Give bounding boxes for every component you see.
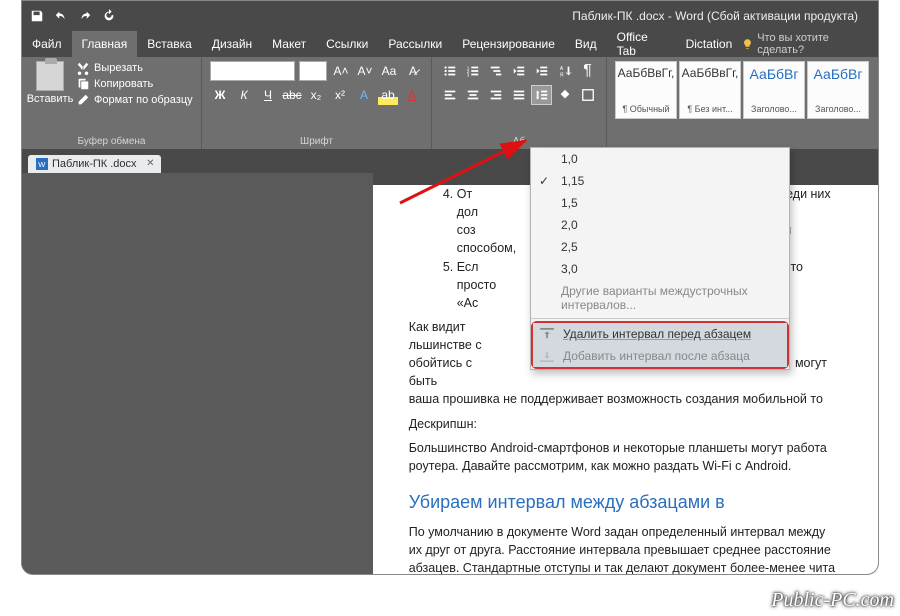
annotation-highlight: Удалить интервал перед абзацем Добавить …: [531, 321, 789, 369]
paragraph: Дескрипшн:: [409, 415, 842, 433]
copy-icon: [76, 77, 90, 91]
superscript-button[interactable]: x²: [330, 85, 350, 105]
group-paragraph: 123 AЯ ¶ Аб: [432, 57, 607, 149]
left-gutter: [22, 173, 373, 574]
tab-file[interactable]: Файл: [22, 31, 72, 57]
align-right-button[interactable]: [486, 85, 507, 105]
ribbon-tabs: Файл Главная Вставка Дизайн Макет Ссылки…: [22, 31, 878, 57]
shrink-font-button[interactable]: A˅: [355, 61, 375, 81]
close-tab-icon[interactable]: ✕: [146, 158, 154, 169]
style-no-spacing[interactable]: АаБбВвГг, ¶ Без инт...: [679, 61, 741, 119]
line-spacing-button[interactable]: [531, 85, 552, 105]
tab-office-tab[interactable]: Office Tab: [607, 31, 676, 57]
italic-button[interactable]: К: [234, 85, 254, 105]
brush-icon: [76, 93, 90, 107]
menu-separator: [531, 318, 789, 319]
group-clipboard: Вставить Вырезать Копировать Формат по о…: [22, 57, 202, 149]
bullets-button[interactable]: [440, 61, 461, 81]
tab-mailings[interactable]: Рассылки: [378, 31, 452, 57]
refresh-icon[interactable]: [102, 9, 116, 23]
spacing-option-1-5[interactable]: 1,5: [531, 192, 789, 214]
align-center-button[interactable]: [463, 85, 484, 105]
line-spacing-menu: 1,0 1,15 1,5 2,0 2,5 3,0 Другие варианты…: [530, 147, 790, 370]
group-label-paragraph: Аб: [440, 134, 598, 147]
scissors-icon: [76, 61, 90, 75]
underline-button[interactable]: Ч: [258, 85, 278, 105]
remove-space-before-icon: [540, 328, 554, 340]
style-heading1[interactable]: АаБбВг Заголово...: [743, 61, 805, 119]
increase-indent-button[interactable]: [531, 61, 552, 81]
paragraph: По умолчанию в документе Word задан опре…: [409, 523, 842, 575]
text-effects-button[interactable]: A: [354, 85, 374, 105]
bulb-icon: [742, 38, 753, 50]
spacing-option-1-0[interactable]: 1,0: [531, 148, 789, 170]
document-tab-label: Паблик-ПК .docx: [52, 158, 137, 170]
word-doc-icon: W: [36, 158, 48, 170]
save-icon[interactable]: [30, 9, 44, 23]
strikethrough-button[interactable]: abc: [282, 85, 302, 105]
cut-button[interactable]: Вырезать: [76, 61, 193, 75]
tab-references[interactable]: Ссылки: [316, 31, 378, 57]
font-size-combo[interactable]: [299, 61, 327, 81]
tab-review[interactable]: Рецензирование: [452, 31, 565, 57]
spacing-option-3-0[interactable]: 3,0: [531, 258, 789, 280]
shading-button[interactable]: [554, 85, 575, 105]
group-label-font: Шрифт: [210, 134, 423, 147]
tab-insert[interactable]: Вставка: [137, 31, 202, 57]
group-label-clipboard: Буфер обмена: [30, 134, 193, 147]
tab-design[interactable]: Дизайн: [202, 31, 262, 57]
justify-button[interactable]: [509, 85, 530, 105]
style-normal[interactable]: АаБбВвГг, ¶ Обычный: [615, 61, 677, 119]
tab-view[interactable]: Вид: [565, 31, 607, 57]
style-heading2[interactable]: АаБбВг Заголово...: [807, 61, 869, 119]
font-color-button[interactable]: A: [402, 85, 422, 105]
bold-button[interactable]: Ж: [210, 85, 230, 105]
tab-home[interactable]: Главная: [72, 31, 138, 57]
remove-space-before-paragraph[interactable]: Удалить интервал перед абзацем: [533, 323, 787, 345]
spacing-option-1-15[interactable]: 1,15: [531, 170, 789, 192]
heading: Убираем интервал между абзацами в: [409, 489, 842, 515]
show-marks-button[interactable]: ¶: [577, 61, 598, 81]
add-space-after-icon: [540, 350, 554, 362]
change-case-button[interactable]: Aa: [379, 61, 399, 81]
svg-text:W: W: [38, 160, 46, 169]
borders-button[interactable]: [577, 85, 598, 105]
spacing-options-more[interactable]: Другие варианты междустрочных интервалов…: [531, 280, 789, 316]
sort-button[interactable]: AЯ: [554, 61, 575, 81]
format-painter-button[interactable]: Формат по образцу: [76, 93, 193, 107]
undo-icon[interactable]: [54, 9, 68, 23]
group-styles: АаБбВвГг, ¶ Обычный АаБбВвГг, ¶ Без инт.…: [607, 57, 878, 149]
svg-text:Я: Я: [559, 72, 563, 78]
subscript-button[interactable]: x₂: [306, 85, 326, 105]
highlight-button[interactable]: ab: [378, 85, 398, 105]
grow-font-button[interactable]: A˄: [331, 61, 351, 81]
svg-text:A: A: [559, 66, 563, 72]
watermark: Public-PC.com: [771, 589, 894, 612]
ribbon: Вставить Вырезать Копировать Формат по о…: [22, 57, 878, 149]
spacing-option-2-5[interactable]: 2,5: [531, 236, 789, 258]
paste-label: Вставить: [27, 93, 74, 105]
tell-me-search[interactable]: Что вы хотите сделать?: [742, 31, 878, 57]
clear-formatting-button[interactable]: A̷: [403, 61, 423, 81]
paste-button[interactable]: Вставить: [30, 61, 70, 107]
document-tab[interactable]: W Паблик-ПК .docx ✕: [28, 155, 161, 173]
spacing-option-2-0[interactable]: 2,0: [531, 214, 789, 236]
window-title: Паблик-ПК .docx - Word (Сбой активации п…: [116, 9, 870, 23]
font-name-combo[interactable]: [210, 61, 295, 81]
tab-dictation[interactable]: Dictation: [676, 31, 743, 57]
tab-layout[interactable]: Макет: [262, 31, 316, 57]
svg-text:3: 3: [467, 72, 470, 77]
redo-icon[interactable]: [78, 9, 92, 23]
paragraph: Большинство Android-смартфонов и некотор…: [409, 439, 842, 475]
align-left-button[interactable]: [440, 85, 461, 105]
copy-button[interactable]: Копировать: [76, 77, 193, 91]
add-space-after-paragraph[interactable]: Добавить интервал после абзаца: [533, 345, 787, 367]
decrease-indent-button[interactable]: [509, 61, 530, 81]
multilevel-list-button[interactable]: [486, 61, 507, 81]
tell-me-placeholder: Что вы хотите сделать?: [757, 32, 868, 56]
group-font: A˄ A˅ Aa A̷ Ж К Ч abc x₂ x² A ab A Шрифт: [202, 57, 432, 149]
numbering-button[interactable]: 123: [463, 61, 484, 81]
titlebar: Паблик-ПК .docx - Word (Сбой активации п…: [22, 1, 878, 31]
clipboard-icon: [36, 61, 64, 91]
